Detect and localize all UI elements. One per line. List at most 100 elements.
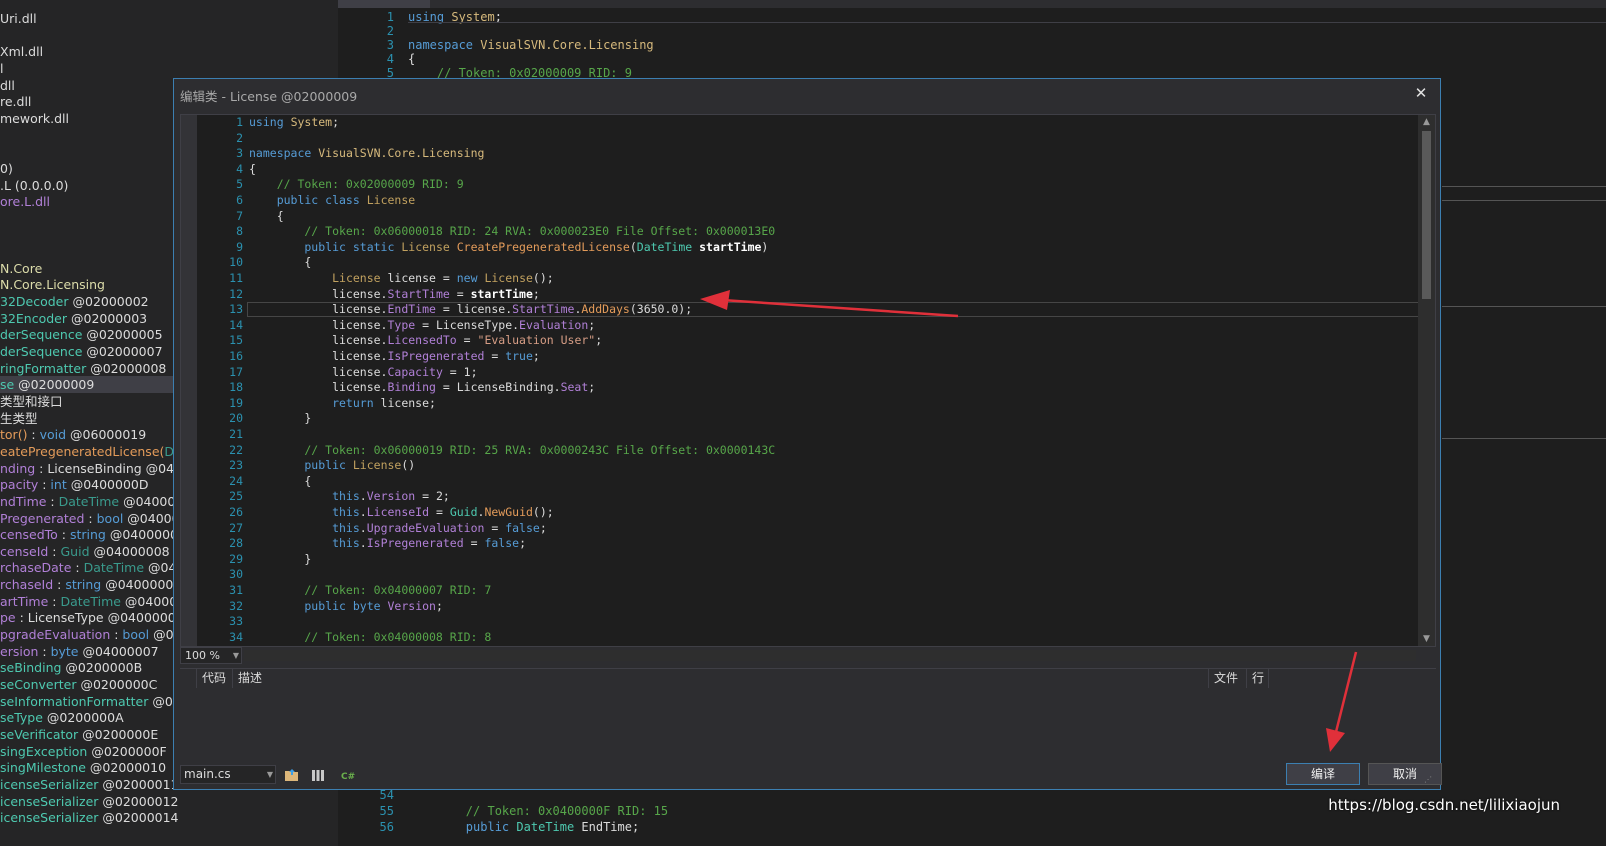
code-token: EndTime; — [574, 820, 640, 834]
tree-item-text: dll — [0, 77, 15, 93]
tree-item[interactable]: Xml.dll — [0, 43, 338, 60]
tree-item[interactable]: l — [0, 60, 338, 77]
code-line[interactable]: namespace VisualSVN.Core.Licensing — [249, 146, 484, 162]
tree-item-text: re.dll — [0, 94, 32, 110]
code-line[interactable]: { — [408, 52, 415, 66]
editor-tab-license[interactable] — [338, 0, 430, 8]
tree-item-text: DateTime — [83, 560, 145, 576]
tree-item-text: ersion — [0, 643, 39, 659]
code-token: ; — [588, 380, 596, 395]
code-line[interactable]: license.EndTime = license.StartTime.AddD… — [249, 302, 692, 318]
code-line[interactable]: { — [249, 474, 311, 490]
code-line[interactable]: license.IsPregenerated = true; — [249, 349, 540, 365]
column-line[interactable]: 行 — [1246, 669, 1268, 688]
code-line[interactable]: { — [249, 162, 256, 178]
code-line[interactable]: license.StartTime = startTime; — [249, 287, 540, 303]
close-icon[interactable]: ✕ — [1410, 82, 1432, 104]
resize-grip-icon[interactable]: ⋰ — [1424, 775, 1434, 785]
code-line[interactable]: public byte Version; — [249, 599, 443, 615]
horizontal-scrollbar[interactable] — [244, 650, 1416, 661]
tree-item-text: seBinding — [0, 660, 62, 676]
code-token: . — [359, 505, 367, 519]
code-line[interactable]: License license = new License(); — [249, 271, 554, 287]
line-number: 2 — [236, 130, 243, 145]
code-line[interactable]: public static License CreatePregenerated… — [249, 240, 768, 256]
dialog-titlebar[interactable]: 编辑类 - License @02000009 ✕ — [174, 79, 1440, 109]
code-line[interactable]: // Token: 0x06000019 RID: 25 RVA: 0x0000… — [249, 443, 775, 459]
code-line[interactable]: { — [249, 255, 311, 271]
separator-line — [1442, 200, 1606, 201]
tree-item[interactable]: icenseSerializer @02000012 — [0, 793, 338, 810]
code-line[interactable]: this.IsPregenerated = false; — [249, 536, 526, 552]
code-line[interactable]: this.Version = 2; — [249, 489, 450, 505]
tree-item-text: singException — [0, 743, 88, 759]
code-line[interactable]: { — [249, 209, 284, 225]
line-number: 10 — [229, 255, 243, 270]
code-token: LicenseId — [366, 505, 430, 519]
error-list[interactable] — [180, 688, 1436, 756]
column-code[interactable]: 代码 — [196, 669, 232, 688]
code-token: System — [290, 115, 333, 129]
code-line[interactable]: // Token: 0x0400000F RID: 15 — [408, 804, 668, 818]
dialog-code-editor[interactable]: 1 using System; 2 3 namespace VisualSVN.Core… — [180, 114, 1436, 647]
scroll-up-icon[interactable]: ▲ — [1418, 115, 1435, 129]
code-line[interactable]: // Token: 0x04000007 RID: 7 — [249, 583, 491, 599]
code-token: // Token: 0x04000008 RID: 8 — [249, 629, 492, 644]
scroll-down-icon[interactable]: ▼ — [1418, 632, 1435, 646]
code-line[interactable]: license.LicensedTo = "Evaluation User"; — [249, 333, 602, 349]
code-token: DateTime — [636, 239, 693, 254]
code-line[interactable]: public class License — [249, 193, 416, 209]
code-token: Version — [387, 598, 436, 613]
compile-button[interactable]: 编译 — [1286, 763, 1360, 785]
code-line[interactable]: using System; — [249, 115, 339, 131]
tree-item-text: @02000003 — [67, 310, 148, 326]
chevron-down-icon[interactable]: ▼ — [264, 765, 276, 784]
code-line[interactable]: public DateTime EndTime; — [408, 820, 639, 834]
code-line[interactable]: license.Type = LicenseType.Evaluation; — [249, 318, 595, 334]
open-folder-icon[interactable] — [284, 767, 300, 783]
line-number: 11 — [229, 271, 243, 285]
tree-item[interactable]: Uri.dll — [0, 10, 338, 27]
code-line[interactable]: this.LicenseId = Guid.NewGuid(); — [249, 505, 554, 521]
code-line[interactable]: public License() — [249, 458, 415, 474]
code-token: license; — [373, 395, 436, 410]
chevron-down-icon[interactable]: ▼ — [230, 647, 242, 664]
references-icon[interactable] — [310, 767, 326, 783]
tree-item-text: @04000009 — [101, 577, 182, 593]
code-line[interactable]: // Token: 0x04000008 RID: 8 — [249, 630, 491, 646]
code-token: License — [366, 193, 416, 207]
tree-item[interactable] — [0, 27, 338, 44]
code-line[interactable]: this.UpgradeEvaluation = false; — [249, 521, 547, 537]
tree-item-text: : — [84, 510, 97, 526]
tree-item-text: Uri.dll — [0, 11, 37, 26]
code-line[interactable]: return license; — [249, 396, 436, 412]
code-token: Capacity — [387, 364, 443, 379]
code-token: return — [249, 395, 374, 410]
tree-item-text: : LicenseType @0400000A — [15, 610, 185, 626]
code-line[interactable]: } — [249, 552, 311, 568]
code-token: = — [456, 333, 478, 348]
file-select[interactable]: main.cs — [180, 765, 276, 784]
vertical-scrollbar[interactable]: ▲ ▼ — [1418, 115, 1435, 646]
code-line[interactable]: // Token: 0x06000018 RID: 24 RVA: 0x0000… — [249, 224, 775, 240]
column-description[interactable]: 描述 — [232, 669, 1208, 688]
column-file[interactable]: 文件 — [1208, 669, 1246, 688]
code-line[interactable]: // Token: 0x02000009 RID: 9 — [249, 177, 464, 193]
tree-item[interactable]: icenseSerializer @02000014 — [0, 809, 338, 826]
tree-item-text: N.Core — [0, 260, 43, 276]
code-token: public — [408, 820, 510, 834]
code-line[interactable]: license.Capacity = 1; — [249, 364, 477, 381]
tree-item-text: singMilestone — [0, 760, 86, 776]
code-line[interactable]: license.Binding = LicenseBinding.Seat; — [249, 380, 595, 396]
code-line[interactable]: } — [249, 411, 311, 427]
tree-item-text: 生类型 — [0, 410, 38, 426]
code-token: public — [249, 458, 346, 473]
code-line[interactable]: namespace VisualSVN.Core.Licensing — [408, 38, 654, 52]
scroll-thumb[interactable] — [1422, 131, 1431, 299]
tree-item-text: 0) — [0, 160, 13, 176]
csharp-icon[interactable]: C# — [340, 767, 356, 783]
code-token: { — [408, 52, 416, 66]
line-number: 5 — [236, 177, 243, 192]
code-token: { — [249, 161, 256, 176]
